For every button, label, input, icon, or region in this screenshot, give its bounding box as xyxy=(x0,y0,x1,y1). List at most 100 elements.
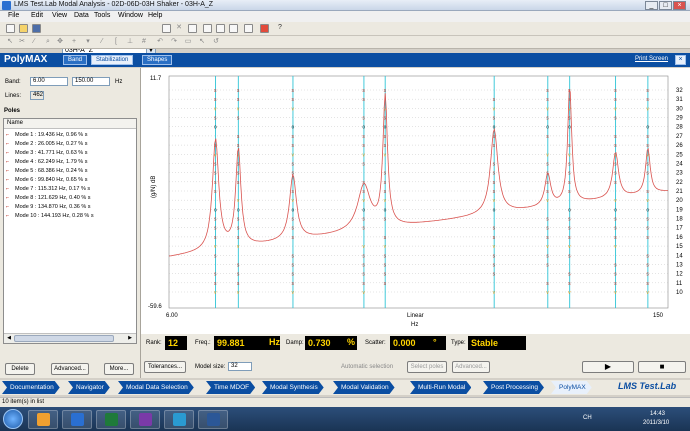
taskbar-app-4[interactable] xyxy=(130,410,160,429)
clock-date[interactable]: 2011/3/10 xyxy=(643,420,669,426)
close-panel-icon[interactable]: × xyxy=(675,55,686,65)
browse-icon[interactable] xyxy=(188,24,197,33)
scroll-right-icon[interactable]: ▶ xyxy=(126,335,134,342)
band-to-input[interactable]: 150.00 xyxy=(72,77,110,86)
right-tick-label: 11 xyxy=(676,281,683,287)
workflow-modal-validation[interactable]: Modal Validation xyxy=(333,381,395,394)
delete-button[interactable]: Delete xyxy=(5,363,35,375)
poles-column-header[interactable]: Name xyxy=(4,119,136,129)
maximize-button[interactable]: □ xyxy=(659,1,672,10)
more-button[interactable]: More... xyxy=(104,363,134,375)
select-poles-button[interactable]: Select poles xyxy=(407,361,447,373)
right-tick-label: 19 xyxy=(676,207,683,213)
list-item[interactable]: ⌐ Mode 9 : 134.870 Hz, 0.36 % s xyxy=(6,203,91,212)
redo-icon[interactable]: ↷ xyxy=(170,38,178,46)
tab-band[interactable]: Band xyxy=(63,55,88,65)
list-item[interactable]: ⌐ Mode 3 : 41.771 Hz, 0.63 % s xyxy=(6,149,87,158)
menu-data[interactable]: Data xyxy=(74,12,89,19)
poles-list[interactable]: Name ⌐ Mode 1 : 19.436 Hz, 0.96 % s ⌐ Mode… xyxy=(3,118,137,344)
list-item[interactable]: ⌐ Mode 2 : 26.005 Hz, 0.27 % s xyxy=(6,140,87,149)
pole-icon: ⌐ xyxy=(6,141,10,147)
scroll-left-icon[interactable]: ◀ xyxy=(5,335,13,342)
x-scale-label: Linear xyxy=(407,313,424,319)
stabilization-chart[interactable]: ssvsosvssssosssvsssvssvsssvsssvosssvsssv… xyxy=(141,68,690,334)
list-item[interactable]: ⌐ Mode 5 : 68.386 Hz, 0.24 % s xyxy=(6,167,87,176)
line-icon[interactable]: ⁄ xyxy=(98,38,106,46)
stop-button[interactable]: ■ xyxy=(638,361,686,373)
marker-icon[interactable]: ▾ xyxy=(84,38,92,46)
type-label: Type: xyxy=(451,340,466,346)
play-button[interactable]: ▶ xyxy=(582,361,634,373)
help-icon[interactable]: ? xyxy=(276,24,284,32)
cursor-icon[interactable]: + xyxy=(70,38,78,46)
language-indicator[interactable]: CH xyxy=(583,415,592,421)
band-from-input[interactable]: 6.00 xyxy=(30,77,68,86)
delete-icon[interactable]: ✕ xyxy=(175,24,183,32)
workflow-polymax[interactable]: PolyMAX xyxy=(551,381,592,394)
tolerances-button[interactable]: Tolerances... xyxy=(144,361,186,373)
draw-icon[interactable]: ∕ xyxy=(30,38,38,46)
fit-icon[interactable]: ▭ xyxy=(184,38,192,46)
grid-icon[interactable] xyxy=(162,24,171,33)
print-icon[interactable] xyxy=(229,24,238,33)
list-item[interactable]: ⌐ Mode 8 : 121.629 Hz, 0.40 % s xyxy=(6,194,91,203)
save-icon[interactable] xyxy=(32,24,41,33)
close-button[interactable]: × xyxy=(673,1,686,10)
tab-stabilization[interactable]: Stabilization xyxy=(91,55,134,65)
taskbar-excel-icon[interactable] xyxy=(96,410,126,429)
band-unit: Hz xyxy=(115,79,123,85)
workflow-time-mdof[interactable]: Time MDOF xyxy=(206,381,255,394)
paste-icon[interactable] xyxy=(216,24,225,33)
workflow-navigator[interactable]: Navigator xyxy=(68,381,110,394)
open-folder-icon[interactable] xyxy=(19,24,28,33)
menu-file[interactable]: File xyxy=(8,12,19,19)
workflow-modal-data-selection[interactable]: Modal Data Selection xyxy=(118,381,194,394)
minimize-button[interactable]: _ xyxy=(645,1,658,10)
menu-view[interactable]: View xyxy=(52,12,67,19)
copy-icon[interactable] xyxy=(203,24,212,33)
workflow-multi-run-modal[interactable]: Multi-Run Modal xyxy=(410,381,471,394)
undo-icon[interactable]: ↶ xyxy=(156,38,164,46)
taskbar-app-5[interactable] xyxy=(164,410,194,429)
list-item[interactable]: ⌐ Mode 10 : 144.193 Hz, 0.28 % s xyxy=(6,212,94,221)
record-icon[interactable] xyxy=(260,24,269,33)
workflow-documentation[interactable]: Documentation xyxy=(2,381,60,394)
anchor-icon[interactable]: ⊥ xyxy=(126,38,134,46)
menu-window[interactable]: Window xyxy=(118,12,143,19)
menu-tools[interactable]: Tools xyxy=(94,12,110,19)
bracket-icon[interactable]: [ xyxy=(112,38,120,46)
new-file-icon[interactable] xyxy=(6,24,15,33)
horizontal-scrollbar[interactable]: ◀ ▶ xyxy=(4,333,136,343)
model-size-input[interactable]: 32 xyxy=(228,362,252,371)
taskbar-app-1[interactable] xyxy=(28,410,58,429)
arrow-icon[interactable]: ↖ xyxy=(6,38,14,46)
advanced-selection-button[interactable]: Advanced... xyxy=(452,361,490,373)
list-item[interactable]: ⌐ Mode 4 : 62.249 Hz, 1.79 % s xyxy=(6,158,87,167)
tab-shapes[interactable]: Shapes xyxy=(142,55,173,65)
cut-icon[interactable]: ✂ xyxy=(18,38,26,46)
list-item[interactable]: ⌐ Mode 7 : 115.312 Hz, 0.17 % s xyxy=(6,185,90,194)
list-item[interactable]: ⌐ Mode 1 : 19.436 Hz, 0.96 % s xyxy=(6,131,87,140)
workflow-post-processing[interactable]: Post Processing xyxy=(483,381,544,394)
print-screen-link[interactable]: Print Screen xyxy=(635,56,668,62)
clock-time[interactable]: 14:43 xyxy=(650,411,665,417)
chart-svg[interactable]: ssvsosvssssosssvsssvssvsssvsssvosssvsssv… xyxy=(141,68,690,334)
start-button[interactable] xyxy=(3,409,23,429)
table-icon[interactable] xyxy=(244,24,253,33)
zoom-icon[interactable]: ⌕ xyxy=(44,38,52,46)
stability-marker: o xyxy=(646,207,649,213)
status-text: 10 item(s) in list xyxy=(2,399,45,405)
taskbar-app-2[interactable] xyxy=(62,410,92,429)
pan-icon[interactable]: ✥ xyxy=(56,38,64,46)
cursor-pointer-icon[interactable]: ↖ xyxy=(198,38,206,46)
workflow-modal-synthesis[interactable]: Modal Synthesis xyxy=(262,381,324,394)
grid-lines-icon[interactable]: # xyxy=(140,38,148,46)
freq-unit: Hz xyxy=(269,337,280,347)
list-item[interactable]: ⌐ Mode 6 : 99.840 Hz, 0.65 % s xyxy=(6,176,87,185)
menu-help[interactable]: Help xyxy=(148,12,162,19)
reset-icon[interactable]: ↺ xyxy=(212,38,220,46)
advanced-button[interactable]: Advanced... xyxy=(51,363,89,375)
scroll-thumb[interactable] xyxy=(14,335,114,342)
taskbar-word-icon[interactable] xyxy=(198,410,228,429)
menu-edit[interactable]: Edit xyxy=(31,12,43,19)
